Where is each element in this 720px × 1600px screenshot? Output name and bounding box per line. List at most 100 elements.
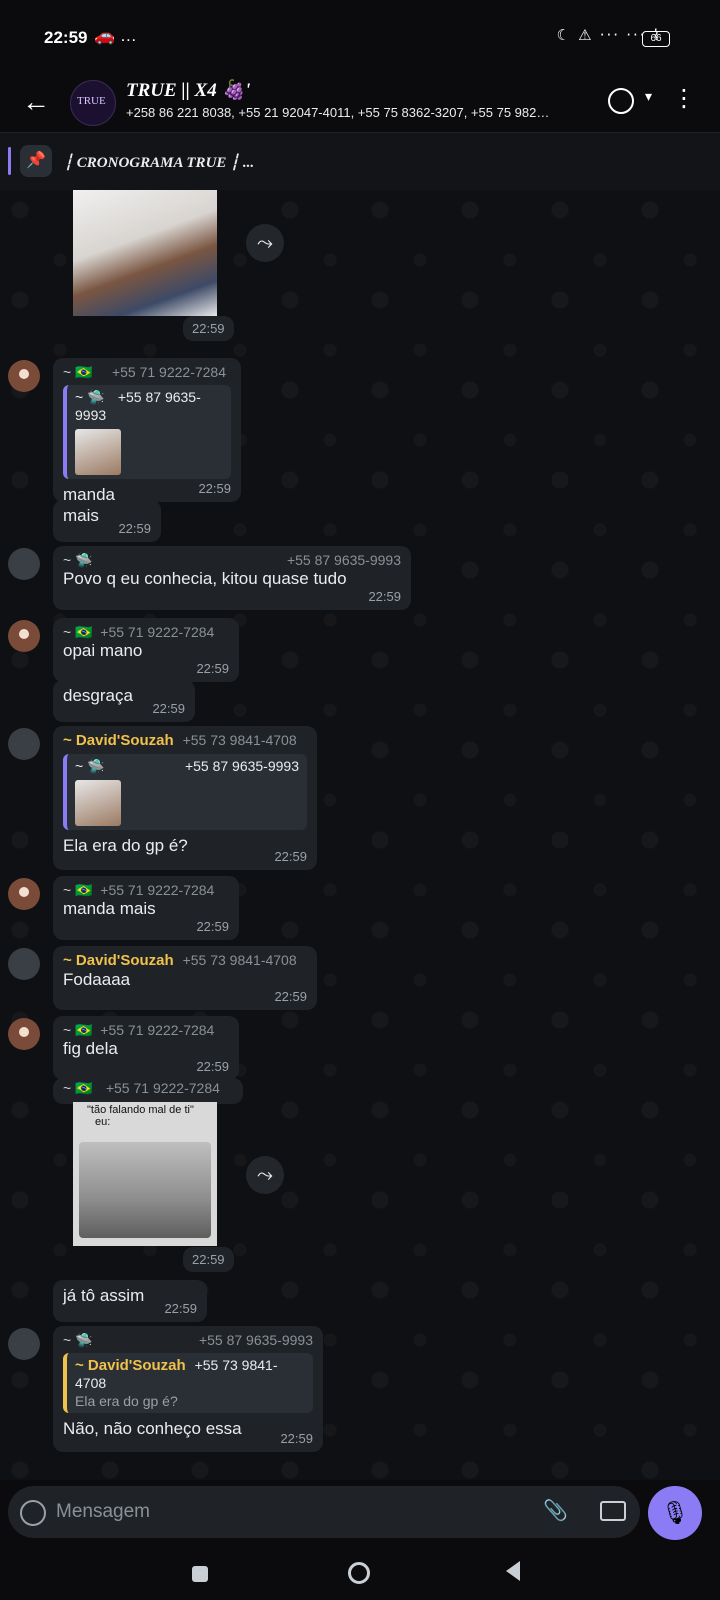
sender-name[interactable]: ~ 🇧🇷 — [63, 1022, 93, 1038]
quoted-message[interactable]: ~ David'Souzah +55 73 9841-4708 Ela era … — [63, 1353, 313, 1413]
sender-phone[interactable]: +55 71 9222-7284 — [106, 1080, 220, 1096]
message-bubble[interactable]: mais 22:59 — [53, 500, 161, 542]
message-time: 22:59 — [274, 989, 307, 1004]
pinned-text[interactable]: ┆ CRONOGRAMA TRUE ┆ ... — [64, 153, 254, 172]
chat-area[interactable]: ⤳ 22:59 ~ 🇧🇷 +55 71 9222-7284 ~ 🛸 +55 87… — [0, 190, 720, 1480]
sender-line: ~ 🇧🇷 +55 71 9222-7284 — [63, 624, 229, 641]
meme-caption: eu: — [95, 1116, 111, 1128]
sender-name[interactable]: ~ 🇧🇷 — [63, 624, 93, 640]
home-icon[interactable] — [348, 1562, 370, 1584]
message-time: 22:59 — [196, 661, 229, 676]
pin-indicator — [8, 147, 11, 175]
avatar[interactable] — [8, 728, 40, 760]
message-bubble[interactable]: ~ 🇧🇷 +55 71 9222-7284 manda mais 22:59 — [53, 876, 239, 940]
message-bubble[interactable]: ~ 🇧🇷 +55 71 9222-7284 ~ 🛸 +55 87 9635-99… — [53, 358, 241, 504]
sender-phone[interactable]: +55 71 9222-7284 — [112, 364, 226, 380]
status-notification-icons: 🚗 … — [94, 26, 137, 45]
message-bubble[interactable]: já tô assim 22:59 — [53, 1280, 207, 1322]
status-time: 22:59 — [44, 28, 88, 47]
sender-phone[interactable]: +55 71 9222-7284 — [100, 882, 214, 898]
sender-line: ~ 🇧🇷 +55 71 9222-7284 — [63, 1022, 229, 1039]
sender-phone[interactable]: +55 73 9841-4708 — [183, 732, 297, 748]
message-input[interactable]: Mensagem — [56, 1501, 150, 1523]
sender-name[interactable]: ~ 🇧🇷 — [63, 364, 93, 380]
avatar[interactable] — [8, 1018, 40, 1050]
sender-name[interactable]: ~ David'Souzah — [63, 952, 174, 969]
sender-phone[interactable]: +55 71 9222-7284 — [100, 1022, 214, 1038]
sender-name[interactable]: ~ 🛸 — [63, 1332, 93, 1348]
back-arrow-icon[interactable]: ← — [22, 86, 50, 118]
message-bubble[interactable]: ~ David'Souzah +55 73 9841-4708 Fodaaaa … — [53, 946, 317, 1010]
quote-phone: +55 87 9635-9993 — [184, 758, 299, 774]
sender-line: ~ David'Souzah +55 73 9841-4708 — [63, 732, 307, 750]
message-header[interactable]: ~ 🇧🇷 +55 71 9222-7284 — [53, 1078, 243, 1104]
group-title[interactable]: TRUE || X4 🍇' — [126, 78, 250, 102]
message-bubble[interactable]: ~ David'Souzah +55 73 9841-4708 ~ 🛸 +55 … — [53, 726, 317, 870]
quote-sender: ~ 🛸 — [75, 389, 105, 405]
quote-thumbnail — [75, 780, 121, 826]
message-bubble[interactable]: ~ 🛸 +55 87 9635-9993 Povo q eu conhecia,… — [53, 546, 411, 610]
attach-icon[interactable]: 📎 — [543, 1498, 568, 1523]
sender-name[interactable]: ~ 🇧🇷 — [63, 1080, 93, 1096]
meme-drawing — [79, 1142, 211, 1238]
sender-line: ~ 🇧🇷 +55 71 9222-7284 — [63, 364, 231, 381]
sender-name[interactable]: ~ David'Souzah — [63, 732, 174, 749]
avatar[interactable] — [8, 360, 40, 392]
quoted-message[interactable]: ~ 🛸 +55 87 9635-9993 — [63, 385, 231, 479]
quoted-message[interactable]: ~ 🛸 +55 87 9635-9993 — [63, 754, 307, 830]
message-time: 22:59 — [280, 1431, 313, 1446]
forward-icon[interactable]: ⤳ — [246, 1156, 284, 1194]
quote-thumbnail — [75, 429, 121, 475]
call-icon[interactable] — [608, 88, 634, 114]
avatar[interactable] — [8, 948, 40, 980]
group-members[interactable]: +258 86 221 8038, +55 21 92047-4011, +55… — [126, 105, 586, 120]
message-text: fig dela — [63, 1039, 118, 1058]
message-text: Não, não conheço essa — [63, 1419, 242, 1438]
more-options-icon[interactable]: ⋮ — [672, 84, 696, 113]
image-message[interactable] — [73, 190, 217, 316]
message-time: 22:59 — [198, 481, 231, 496]
sender-line: ~ David'Souzah +55 73 9841-4708 — [63, 952, 307, 970]
message-bubble[interactable]: ~ 🇧🇷 +55 71 9222-7284 fig dela 22:59 — [53, 1016, 239, 1080]
pin-icon[interactable]: 📌 — [20, 145, 52, 177]
message-time: 22:59 — [118, 521, 151, 536]
avatar[interactable] — [8, 1328, 40, 1360]
message-composer[interactable]: Mensagem 📎 — [8, 1486, 640, 1538]
group-avatar[interactable]: TRUE — [70, 80, 116, 126]
sender-phone[interactable]: +55 73 9841-4708 — [183, 952, 297, 968]
avatar[interactable] — [8, 620, 40, 652]
message-bubble[interactable]: ~ 🛸 +55 87 9635-9993 ~ David'Souzah +55 … — [53, 1326, 323, 1452]
message-text: manda mais — [63, 899, 156, 918]
sender-line: ~ 🇧🇷 +55 71 9222-7284 — [63, 882, 229, 899]
forward-icon[interactable]: ⤳ — [246, 224, 284, 262]
sender-line: ~ 🛸 +55 87 9635-9993 — [63, 1332, 313, 1349]
sender-phone[interactable]: +55 71 9222-7284 — [100, 624, 214, 640]
message-bubble[interactable]: desgraça 22:59 — [53, 680, 195, 722]
pinned-message-bar[interactable]: 📌 ┆ CRONOGRAMA TRUE ┆ ... — [0, 132, 720, 192]
message-time: 22:59 — [196, 1059, 229, 1074]
mic-button[interactable]: 🎙 — [648, 1486, 702, 1540]
sender-phone[interactable]: +55 87 9635-9993 — [199, 1332, 313, 1348]
meme-image[interactable]: "tão falando mal de ti" eu: — [73, 1102, 217, 1246]
back-icon[interactable] — [506, 1561, 520, 1581]
avatar[interactable] — [8, 878, 40, 910]
emoji-icon[interactable] — [20, 1500, 46, 1526]
message-time: 22:59 — [274, 849, 307, 864]
message-time: 22:59 — [196, 919, 229, 934]
avatar[interactable] — [8, 548, 40, 580]
sender-name[interactable]: ~ 🛸 — [63, 552, 93, 568]
recents-icon[interactable] — [192, 1566, 208, 1582]
system-nav-bar — [0, 1546, 720, 1600]
message-time: 22:59 — [164, 1301, 197, 1316]
message-bubble[interactable]: ~ 🇧🇷 +55 71 9222-7284 opai mano 22:59 — [53, 618, 239, 682]
message-text: Fodaaaa — [63, 970, 131, 989]
message-text: Ela era do gp é? — [63, 836, 188, 855]
sender-name[interactable]: ~ 🇧🇷 — [63, 882, 93, 898]
meme-caption: "tão falando mal de ti" — [87, 1104, 194, 1116]
camera-icon[interactable] — [600, 1501, 626, 1521]
chevron-down-icon[interactable]: ▾ — [645, 88, 652, 105]
message-time: 22:59 — [183, 316, 234, 341]
group-avatar-text: TRUE — [77, 95, 106, 107]
status-bar: 22:59 🚗 … ☾ ⚠ ‧‧‧ ‧‧‧ ⌇ 66 — [0, 0, 720, 72]
sender-phone[interactable]: +55 87 9635-9993 — [287, 552, 401, 568]
